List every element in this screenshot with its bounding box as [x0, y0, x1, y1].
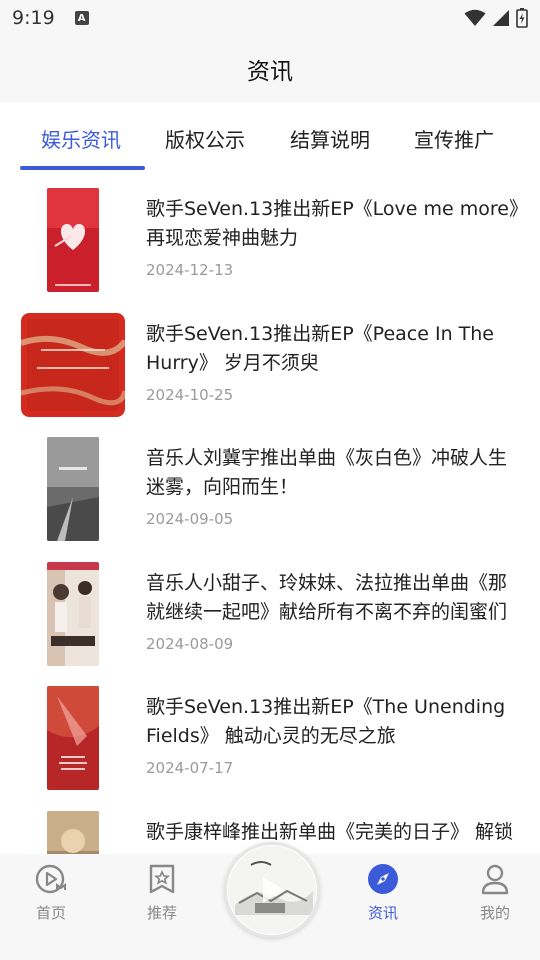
album-cover-unending-fields — [47, 686, 99, 790]
news-item[interactable]: 歌手SeVen.13推出新EP《Peace In The Hurry》 岁月不须… — [0, 303, 540, 428]
wifi-icon — [464, 9, 486, 26]
status-time: 9:19 — [12, 7, 55, 29]
header: 资讯 — [0, 36, 540, 102]
news-thumbnail — [20, 561, 126, 666]
compass-icon — [366, 862, 400, 896]
news-thumbnail — [20, 810, 126, 854]
play-tv-icon — [34, 862, 68, 896]
news-date: 2024-10-25 — [146, 385, 234, 404]
nav-recommend-label: 推荐 — [146, 904, 177, 922]
status-bar: 9:19 A — [0, 0, 540, 36]
news-date: 2024-12-13 — [146, 261, 234, 279]
nav-news[interactable]: 资讯 — [348, 862, 418, 923]
notification-a-icon: A — [74, 11, 89, 25]
news-thumbnail — [20, 312, 126, 417]
signal-icon — [493, 10, 509, 26]
news-list: 歌手SeVen.13推出新EP《Love me more》再现恋爱神曲魅力 20… — [0, 178, 540, 854]
bookmark-star-icon — [145, 862, 179, 896]
news-item[interactable]: 音乐人刘冀宇推出单曲《灰白色》冲破人生迷雾，向阳而生！ 2024-09-05 — [0, 427, 540, 552]
news-thumbnail — [20, 686, 126, 790]
center-play-button[interactable] — [224, 842, 320, 938]
nav-home-label: 首页 — [35, 904, 66, 922]
news-thumbnail — [20, 188, 126, 292]
content-panel: 娱乐资讯 版权公示 结算说明 宣传推广 歌手SeVen.13推出新EP《Love… — [0, 102, 540, 854]
news-item[interactable]: 歌手SeVen.13推出新EP《The Unending Fields》 触动心… — [0, 676, 540, 801]
tab-active-indicator — [20, 166, 145, 170]
tab-settlement-info[interactable]: 结算说明 — [290, 124, 370, 153]
status-icons — [464, 8, 528, 28]
tab-copyright-notice[interactable]: 版权公示 — [165, 124, 245, 153]
page-title: 资讯 — [247, 59, 293, 85]
play-icon — [228, 846, 316, 934]
news-title: 歌手康梓峰推出新单曲《完美的日子》 解锁 — [146, 820, 514, 843]
album-cover-grey-white — [47, 437, 99, 541]
news-item[interactable]: 歌手SeVen.13推出新EP《Love me more》再现恋爱神曲魅力 20… — [0, 178, 540, 303]
nav-news-label: 资讯 — [367, 904, 398, 922]
album-cover-peace-in-the-hurry — [21, 312, 125, 417]
album-cover-love-me-more — [47, 188, 99, 292]
nav-home[interactable]: 首页 — [16, 862, 86, 923]
tab-promotion[interactable]: 宣传推广 — [414, 124, 494, 153]
user-icon — [478, 862, 512, 896]
news-item[interactable]: 音乐人小甜子、玲妹妹、法拉推出单曲《那就继续一起吧》献给所有不离不弃的闺蜜们 2… — [0, 552, 540, 677]
news-title: 歌手SeVen.13推出新EP《Peace In The Hurry》 岁月不须… — [146, 322, 494, 374]
news-title: 歌手SeVen.13推出新EP《The Unending Fields》 触动心… — [146, 696, 506, 747]
news-date: 2024-07-17 — [146, 759, 234, 777]
album-cover-perfect-day — [47, 810, 99, 854]
battery-icon — [516, 8, 528, 28]
bottom-nav: 首页 推荐 资讯 我的 — [0, 842, 540, 960]
news-title: 音乐人刘冀宇推出单曲《灰白色》冲破人生迷雾，向阳而生！ — [146, 447, 508, 498]
tab-bar: 娱乐资讯 版权公示 结算说明 宣传推广 — [0, 102, 540, 170]
album-cover-girls — [47, 561, 99, 666]
news-title: 歌手SeVen.13推出新EP《Love me more》再现恋爱神曲魅力 — [146, 198, 519, 249]
news-thumbnail — [20, 437, 126, 541]
nav-recommend[interactable]: 推荐 — [127, 862, 197, 923]
news-date: 2024-09-05 — [146, 510, 234, 528]
news-title: 音乐人小甜子、玲妹妹、法拉推出单曲《那就继续一起吧》献给所有不离不弃的闺蜜们 — [146, 571, 508, 623]
nav-mine-label: 我的 — [479, 904, 510, 922]
nav-mine[interactable]: 我的 — [460, 862, 530, 923]
news-date: 2024-08-09 — [146, 634, 234, 653]
tab-entertainment-news[interactable]: 娱乐资讯 — [41, 124, 121, 153]
